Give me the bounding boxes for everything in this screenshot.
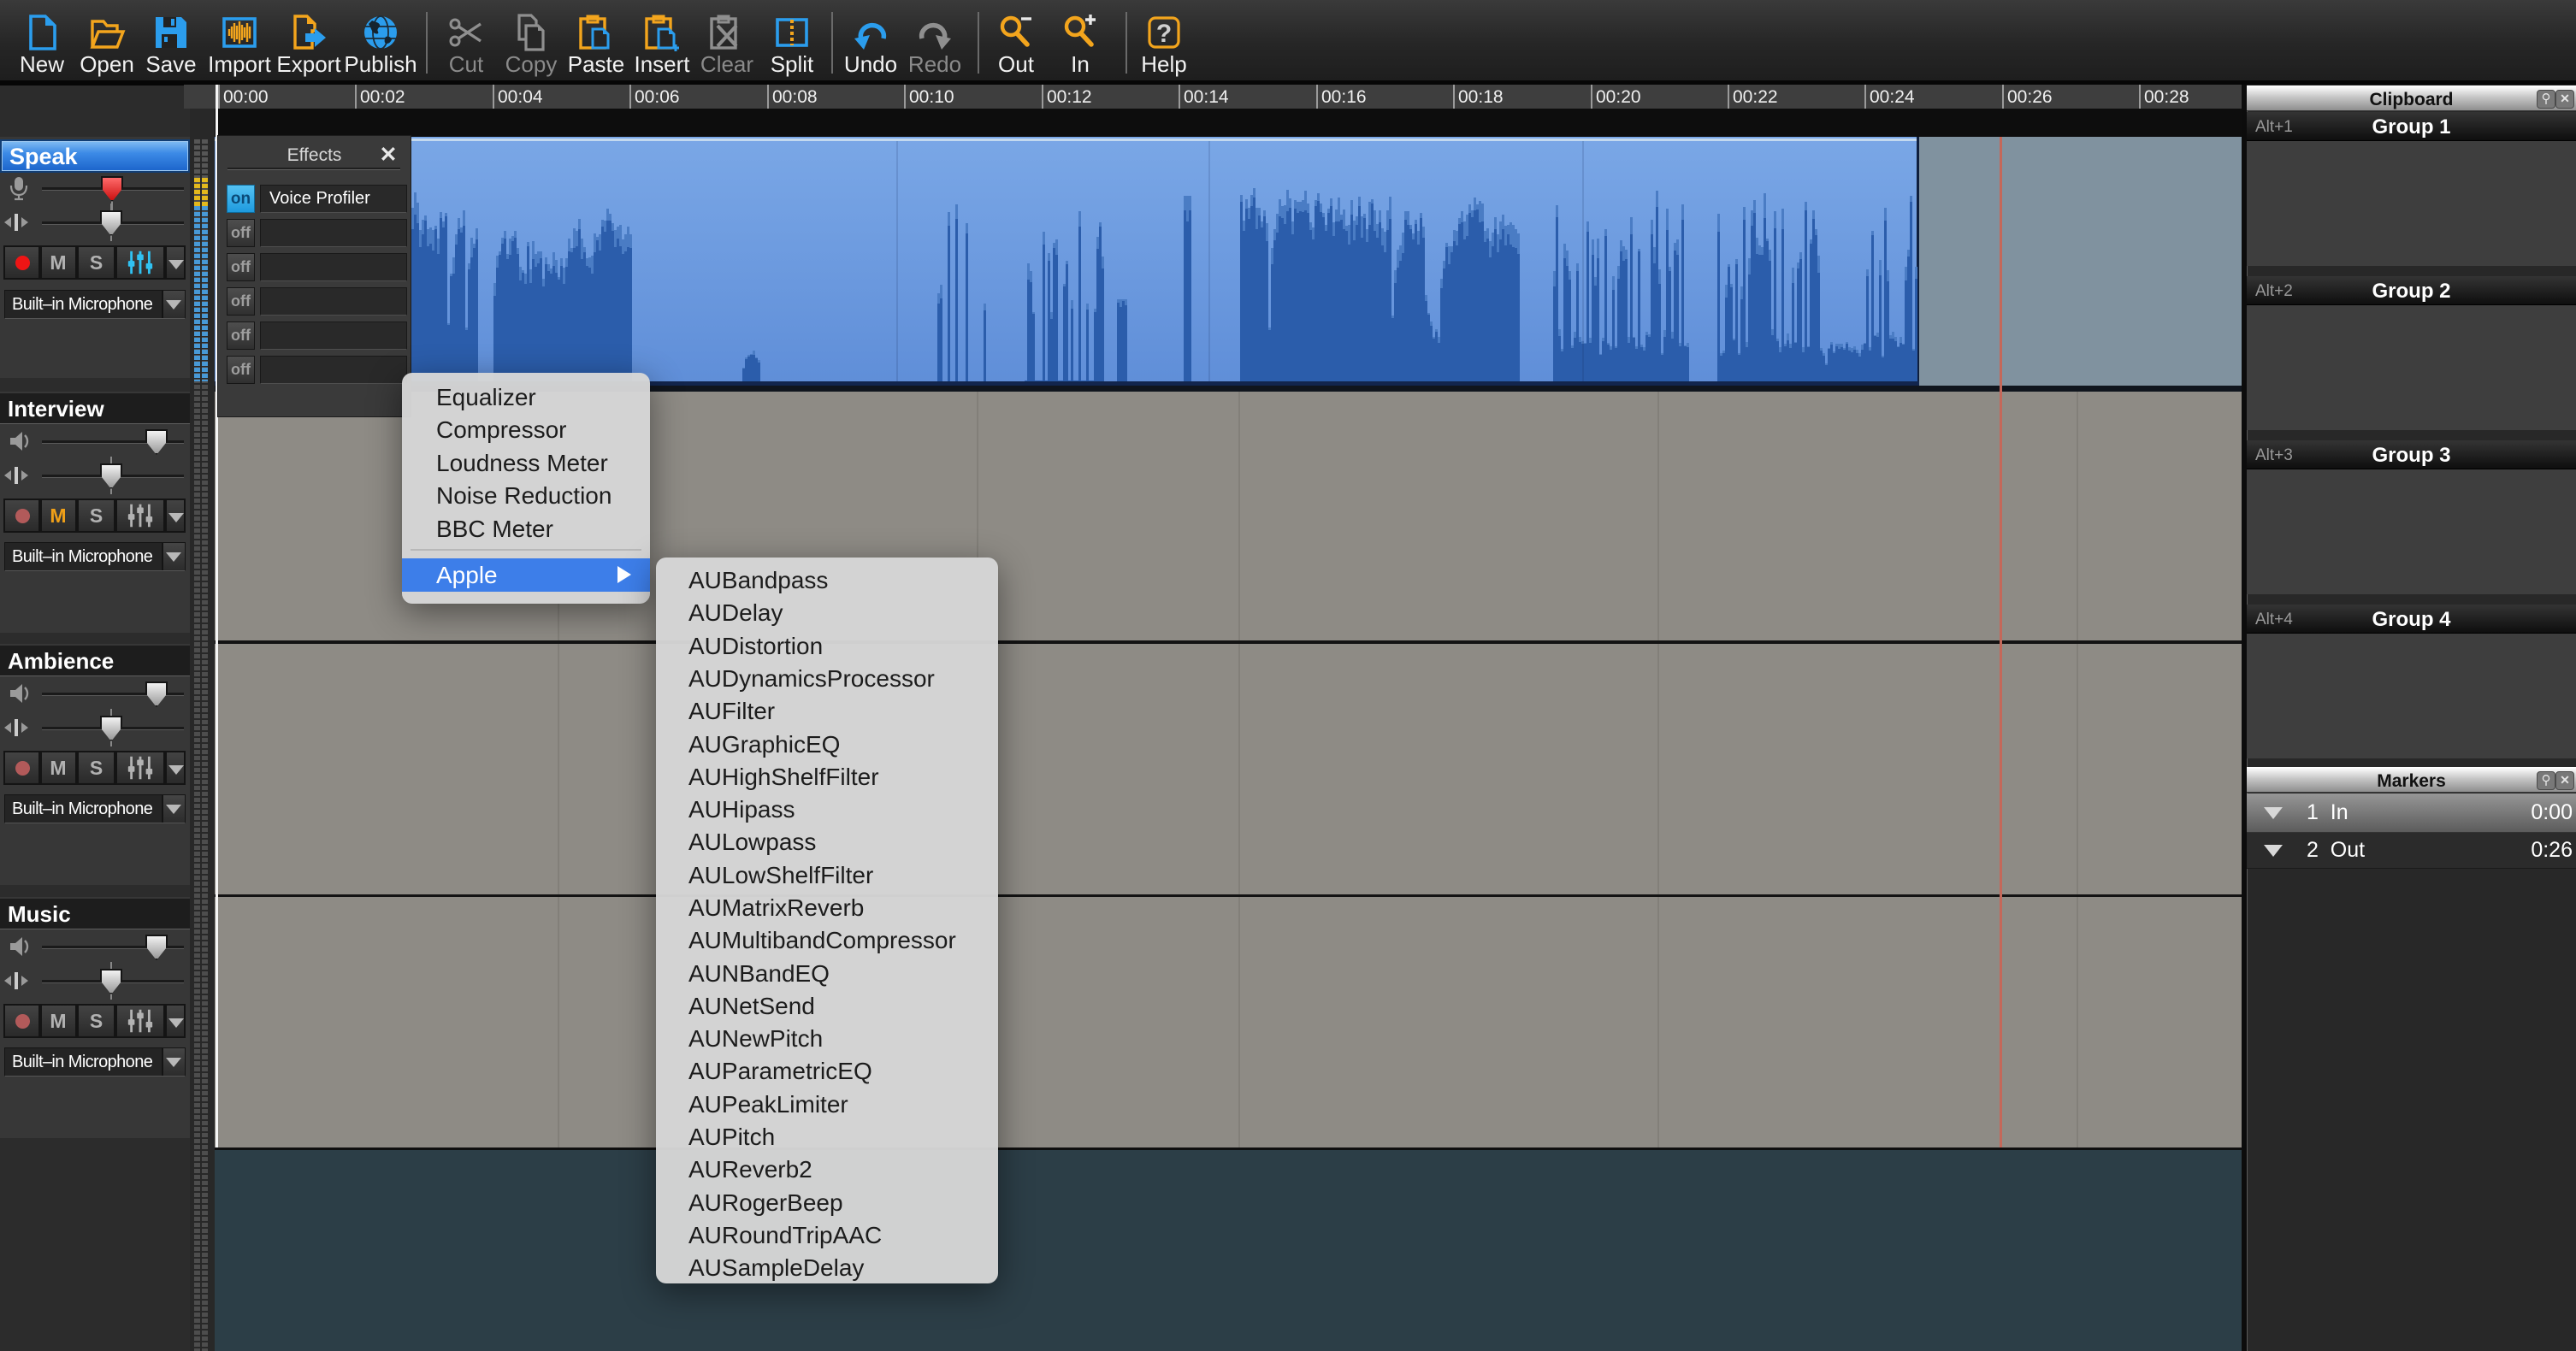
svg-text:?: ? — [1156, 20, 1172, 48]
